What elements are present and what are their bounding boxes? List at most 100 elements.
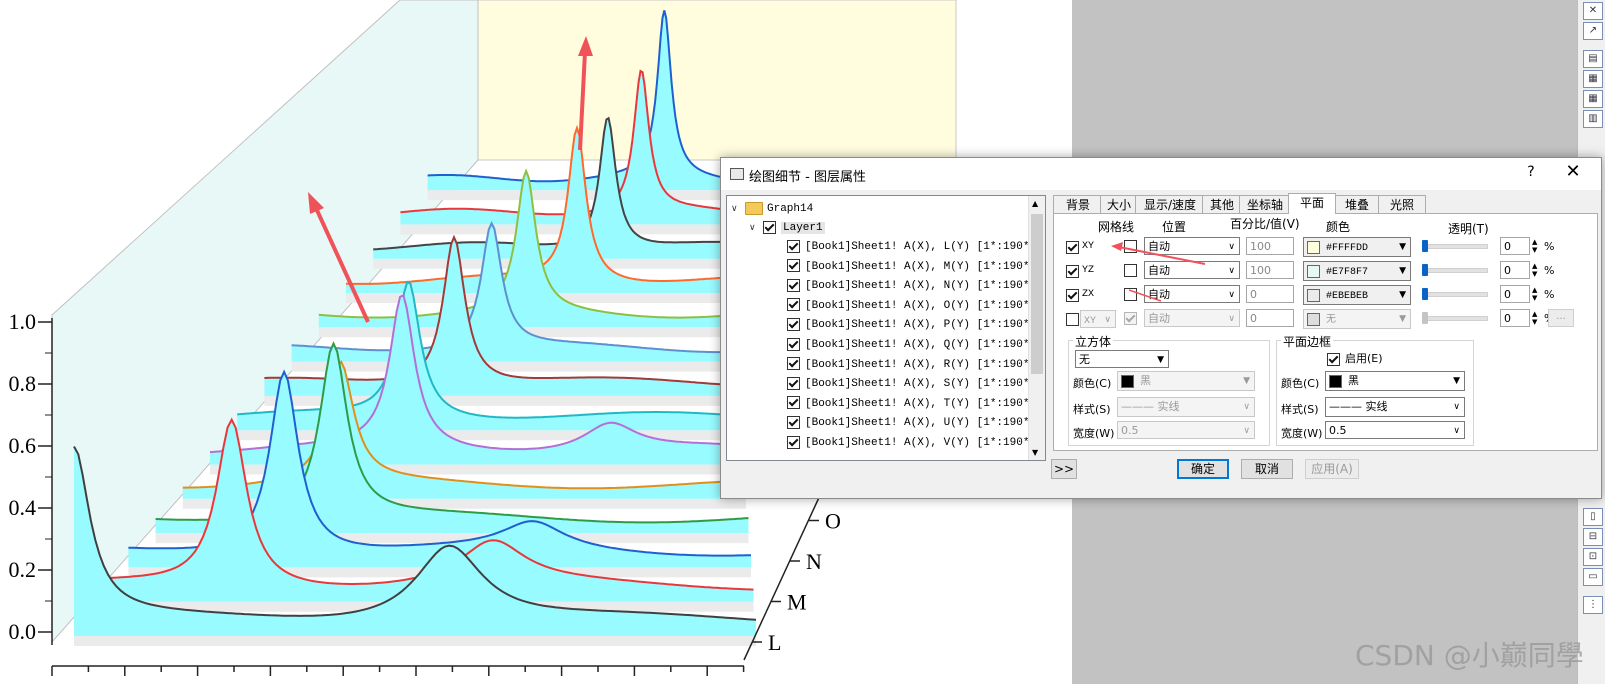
toolbar-icon-9[interactable]: ⊡: [1583, 548, 1603, 566]
percent-input[interactable]: 100: [1246, 237, 1294, 255]
tree-node-plot[interactable]: [Book1]Sheet1! A(X), Q(Y) [1*:190*]: [787, 335, 1036, 355]
toolbar-icon-4[interactable]: ▦: [1583, 70, 1603, 88]
toolbar-icon-3[interactable]: ▤: [1583, 50, 1603, 68]
tree-node-graph[interactable]: ∨ Graph14: [731, 198, 813, 218]
percent-input[interactable]: 0: [1246, 309, 1294, 327]
plane-enable-checkbox[interactable]: [1066, 313, 1079, 326]
tab-0[interactable]: 背景: [1053, 195, 1103, 214]
plot-checkbox[interactable]: [787, 435, 800, 449]
help-button[interactable]: ?: [1521, 164, 1541, 180]
transparency-slider-thumb[interactable]: [1422, 264, 1428, 276]
plot-checkbox[interactable]: [787, 278, 800, 292]
transparency-slider-thumb[interactable]: [1422, 312, 1428, 324]
cancel-button[interactable]: 取消: [1241, 459, 1293, 479]
tab-1[interactable]: 大小: [1100, 195, 1138, 214]
spin-arrows-icon[interactable]: ▲ ▼: [1532, 286, 1537, 302]
tab-5[interactable]: 平面: [1288, 193, 1336, 214]
spin-arrows-icon[interactable]: ▲ ▼: [1532, 310, 1537, 326]
tree-node-plot[interactable]: [Book1]Sheet1! A(X), S(Y) [1*:190*]: [787, 374, 1036, 394]
transparency-slider[interactable]: [1424, 316, 1488, 321]
collapse-icon[interactable]: ∨: [731, 199, 741, 219]
plane-color-select[interactable]: #E7F8F7 ▼: [1303, 261, 1411, 281]
toolbar-icon-11[interactable]: ⋮: [1583, 596, 1603, 614]
toolbar-icon-2[interactable]: ↗: [1583, 22, 1603, 40]
enable-checkbox-box[interactable]: [1327, 352, 1340, 366]
tab-3[interactable]: 其他: [1202, 195, 1242, 214]
frame-enable-checkbox[interactable]: 启用(E): [1327, 350, 1383, 366]
grid-checkbox[interactable]: [1124, 312, 1137, 325]
position-select[interactable]: 自动 ∨: [1144, 309, 1240, 327]
plot-checkbox[interactable]: [787, 415, 800, 429]
frame-group-title: 平面边框: [1281, 333, 1334, 350]
frame-style-select[interactable]: ——— 实线 ∨: [1325, 397, 1465, 417]
tab-2[interactable]: 显示/速度: [1135, 195, 1205, 214]
tree-node-plot[interactable]: [Book1]Sheet1! A(X), T(Y) [1*:190*]: [787, 394, 1036, 414]
transparency-slider[interactable]: [1424, 268, 1488, 273]
transparency-slider[interactable]: [1424, 244, 1488, 249]
tab-7[interactable]: 光照: [1378, 195, 1426, 214]
transparency-input[interactable]: 0: [1500, 309, 1530, 327]
transparency-input[interactable]: 0: [1500, 285, 1530, 303]
cube-color-select[interactable]: 黑 ▼: [1117, 371, 1255, 391]
collapse-icon[interactable]: ∨: [749, 218, 759, 238]
ok-button[interactable]: 确定: [1177, 459, 1229, 479]
tree-node-plot[interactable]: [Book1]Sheet1! A(X), M(Y) [1*:190*]: [787, 257, 1036, 277]
tree-node-plot[interactable]: [Book1]Sheet1! A(X), R(Y) [1*:190*]: [787, 355, 1036, 375]
toolbar-icon-6[interactable]: ▥: [1583, 110, 1603, 128]
close-button[interactable]: ✕: [1561, 161, 1585, 182]
transparency-input[interactable]: 0: [1500, 237, 1530, 255]
tree-node-plot[interactable]: [Book1]Sheet1! A(X), N(Y) [1*:190*]: [787, 276, 1036, 296]
tab-6[interactable]: 堆叠: [1333, 195, 1381, 214]
tab-4[interactable]: 坐标轴: [1239, 195, 1291, 214]
frame-color-select[interactable]: 黑 ▼: [1325, 371, 1465, 391]
plot-checkbox[interactable]: [787, 317, 800, 331]
more-button[interactable]: ...: [1548, 309, 1574, 327]
tree-node-plot[interactable]: [Book1]Sheet1! A(X), U(Y) [1*:190*]: [787, 413, 1036, 433]
plane-color-select[interactable]: #FFFFDD ▼: [1303, 237, 1411, 257]
percent-input[interactable]: 0: [1246, 285, 1294, 303]
color-swatch: [1307, 264, 1320, 278]
plane-color-select[interactable]: #EBEBEB ▼: [1303, 285, 1411, 305]
plot-checkbox[interactable]: [787, 357, 800, 371]
plot-checkbox[interactable]: [787, 396, 800, 410]
transparency-slider[interactable]: [1424, 292, 1488, 297]
tree-scrollbar[interactable]: ▲ ▼: [1028, 196, 1045, 460]
plane-enable-checkbox[interactable]: [1066, 289, 1079, 302]
scroll-down-icon[interactable]: ▼: [1032, 448, 1038, 457]
toolbar-icon-1[interactable]: ✕: [1583, 2, 1603, 20]
tree-node-plot[interactable]: [Book1]Sheet1! A(X), O(Y) [1*:190*]: [787, 296, 1036, 316]
transparency-slider-thumb[interactable]: [1422, 240, 1428, 252]
toolbar-icon-10[interactable]: ▭: [1583, 568, 1603, 586]
scroll-up-icon[interactable]: ▲: [1032, 199, 1038, 208]
tree-node-layer[interactable]: ∨ Layer1: [749, 217, 825, 237]
plane-enable-checkbox[interactable]: [1066, 241, 1079, 254]
cube-style-select[interactable]: ——— 实线 ∨: [1117, 397, 1255, 417]
plot-checkbox[interactable]: [787, 298, 800, 312]
toolbar-icon-8[interactable]: ⊟: [1583, 528, 1603, 546]
plot-checkbox[interactable]: [787, 376, 800, 390]
layer-checkbox[interactable]: [763, 220, 776, 234]
plane-color-select[interactable]: 无 ▼: [1303, 309, 1411, 329]
apply-button[interactable]: 应用(A): [1305, 459, 1359, 479]
plot-checkbox[interactable]: [787, 259, 800, 273]
tree-node-plot[interactable]: [Book1]Sheet1! A(X), P(Y) [1*:190*]: [787, 315, 1036, 335]
plot-checkbox[interactable]: [787, 337, 800, 351]
plot-checkbox[interactable]: [787, 239, 800, 253]
expand-button[interactable]: >>: [1051, 459, 1077, 479]
scroll-thumb[interactable]: [1031, 214, 1043, 374]
cube-mode-select[interactable]: 无 ▼: [1075, 350, 1169, 368]
toolbar-icon-5[interactable]: ▦: [1583, 90, 1603, 108]
transparency-slider-thumb[interactable]: [1422, 288, 1428, 300]
cube-width-select[interactable]: 0.5 ∨: [1117, 421, 1255, 439]
plane-name-select[interactable]: XY ∨: [1080, 310, 1116, 328]
toolbar-icon-7[interactable]: ▯: [1583, 508, 1603, 526]
dialog-titlebar[interactable]: 绘图细节 - 图层属性 ? ✕: [721, 158, 1601, 190]
tree-node-plot[interactable]: [Book1]Sheet1! A(X), V(Y) [1*:190*]: [787, 433, 1036, 453]
spin-arrows-icon[interactable]: ▲ ▼: [1532, 238, 1537, 254]
percent-input[interactable]: 100: [1246, 261, 1294, 279]
tree-node-plot[interactable]: [Book1]Sheet1! A(X), L(Y) [1*:190*]: [787, 237, 1036, 257]
transparency-input[interactable]: 0: [1500, 261, 1530, 279]
plane-enable-checkbox[interactable]: [1066, 265, 1079, 278]
spin-arrows-icon[interactable]: ▲ ▼: [1532, 262, 1537, 278]
frame-width-select[interactable]: 0.5 ∨: [1325, 421, 1465, 439]
